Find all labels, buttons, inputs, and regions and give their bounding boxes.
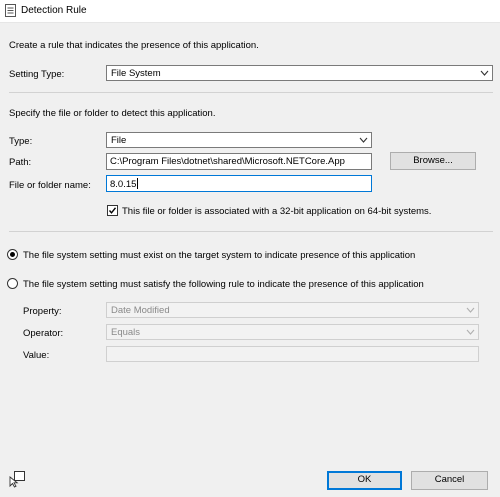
chevron-down-icon [359,137,368,143]
operator-label: Operator: [23,328,64,339]
radio-selected-dot [10,252,15,257]
operator-dropdown[interactable]: Equals [106,324,479,340]
value-input[interactable] [106,346,479,362]
radio-rule-label[interactable]: The file system setting must satisfy the… [23,279,424,290]
type-value: File [111,135,127,146]
setting-type-value: File System [111,68,161,79]
intro-text: Create a rule that indicates the presenc… [9,40,259,51]
path-value: C:\Program Files\dotnet\shared\Microsoft… [110,156,345,167]
chevron-down-icon [466,307,475,313]
value-label: Value: [23,350,50,361]
property-label: Property: [23,306,62,317]
operator-value: Equals [111,327,141,338]
text-caret [137,178,139,189]
checkmark-icon [108,207,117,214]
help-pointer-icon[interactable] [8,470,26,488]
ok-button[interactable]: OK [327,471,402,490]
browse-button[interactable]: Browse... [390,152,476,170]
title-bar: Detection Rule [0,0,500,23]
section-text: Specify the file or folder to detect thi… [9,108,216,119]
bit32-checkbox[interactable] [107,205,118,216]
file-name-value: 8.0.15 [110,179,137,190]
radio-exist[interactable] [7,249,18,260]
type-dropdown[interactable]: File [106,132,372,148]
setting-type-label: Setting Type: [9,69,65,80]
cancel-button[interactable]: Cancel [411,471,488,490]
window-icon [5,4,16,17]
bit32-label: This file or folder is associated with a… [122,206,432,217]
path-input[interactable]: C:\Program Files\dotnet\shared\Microsoft… [106,153,372,170]
property-value: Date Modified [111,305,170,316]
property-dropdown[interactable]: Date Modified [106,302,479,318]
separator [9,92,493,93]
path-label: Path: [9,157,32,168]
separator [9,231,493,232]
file-name-input[interactable]: 8.0.15 [106,175,372,192]
chevron-down-icon [466,329,475,335]
file-name-label: File or folder name: [9,180,91,191]
radio-rule[interactable] [7,278,18,289]
setting-type-dropdown[interactable]: File System [106,65,493,81]
type-label: Type: [9,136,33,147]
window-title: Detection Rule [21,5,87,16]
chevron-down-icon [480,70,489,76]
radio-exist-label[interactable]: The file system setting must exist on th… [23,250,415,261]
